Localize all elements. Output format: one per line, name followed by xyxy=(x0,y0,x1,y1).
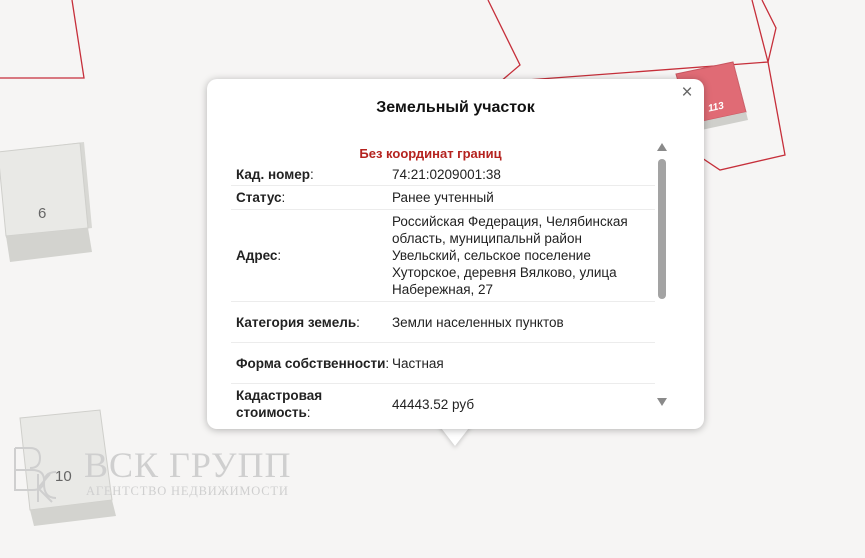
row-key: Кадастровая стоимость: xyxy=(236,388,323,420)
cadastral-value-value: 44443.52 руб xyxy=(392,396,475,412)
row-key: Кад. номер: xyxy=(236,166,314,182)
scrollbar-thumb[interactable] xyxy=(658,159,666,299)
row-key: Адрес: xyxy=(236,248,282,263)
table-row: Форма собственности: Частная xyxy=(231,343,655,384)
land-category-value: Земли населенных пунктов xyxy=(392,314,564,330)
row-key: Категория земель: xyxy=(236,314,360,330)
table-row: Кадастровая стоимость: 44443.52 руб xyxy=(231,384,655,424)
cadastral-number-value: 74:21:0209001:38 xyxy=(392,166,501,182)
ownership-form-value: Частная xyxy=(392,355,444,371)
parcel-attributes-table: Кад. номер: 74:21:0209001:38 Статус: Ран… xyxy=(231,163,655,424)
table-row: Категория земель: Земли населенных пункт… xyxy=(231,302,655,343)
status-value: Ранее учтенный xyxy=(392,190,494,205)
popup-subtitle: Без координат границ xyxy=(359,146,502,161)
popup-title: Земельный участок xyxy=(376,99,535,116)
parcel-info-popup: × Земельный участок Без координат границ… xyxy=(207,79,704,429)
building-number-6: 6 xyxy=(38,205,47,222)
row-key: Форма собственности: xyxy=(236,355,390,371)
watermark-logo-icon xyxy=(14,447,57,503)
table-row: Статус: Ранее учтенный xyxy=(231,186,655,210)
row-key: Статус: xyxy=(236,190,286,205)
scroll-up-icon[interactable] xyxy=(656,142,668,152)
table-row: Адрес: Российская Федерация, Челябинская… xyxy=(231,210,655,302)
watermark-subtitle: АГЕНТСТВО НЕДВИЖИМОСТИ xyxy=(86,484,289,498)
watermark-title: ВСК ГРУПП xyxy=(84,445,292,485)
table-row: Кад. номер: 74:21:0209001:38 xyxy=(231,163,655,186)
scroll-down-icon[interactable] xyxy=(656,397,668,407)
building-6[interactable] xyxy=(0,142,92,262)
address-value: Российская Федерация, Челябинская област… xyxy=(392,214,628,297)
watermark: ВСК ГРУПП АГЕНТСТВО НЕДВИЖИМОСТИ xyxy=(10,444,300,504)
